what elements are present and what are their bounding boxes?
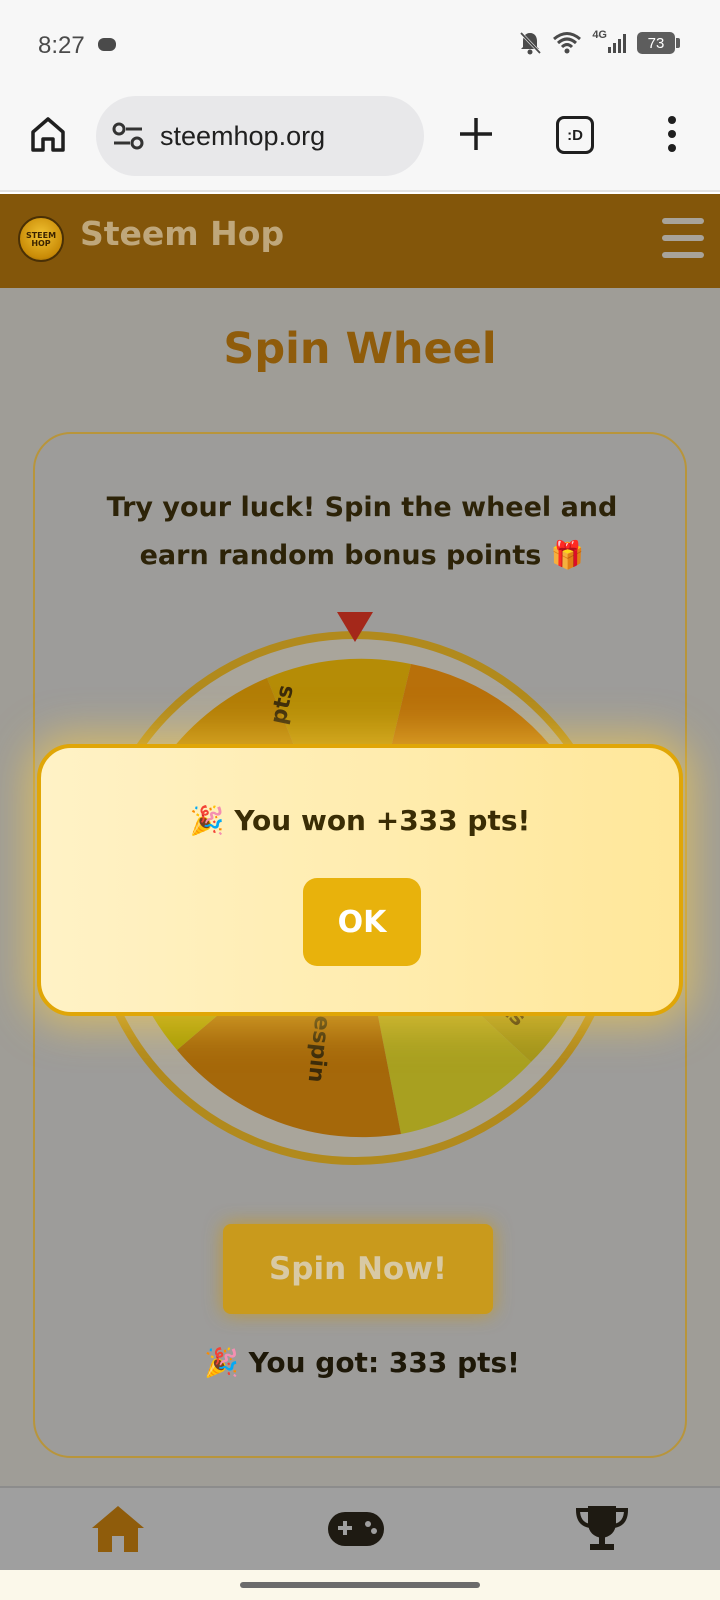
site-logo[interactable]: STEEM HOP (18, 216, 64, 262)
site-header: STEEM HOP Steem Hop (0, 194, 720, 288)
gesture-handle[interactable] (240, 1582, 480, 1588)
logo-text: STEEM HOP (25, 231, 57, 248)
spin-result-text: 🎉 You got: 333 pts! (204, 1346, 520, 1379)
address-bar[interactable]: steemhop.org (96, 96, 424, 176)
status-icons: 4G 73 (518, 29, 680, 56)
browser-home-icon[interactable] (28, 114, 68, 154)
wifi-icon (553, 32, 582, 54)
spin-now-button[interactable]: Spin Now! (223, 1224, 493, 1314)
browser-toolbar: steemhop.org :D (0, 92, 720, 192)
tab-switcher-button[interactable]: :D (556, 116, 594, 154)
battery-level: 73 (637, 32, 675, 54)
gesture-area (0, 1570, 720, 1600)
gamepad-icon[interactable] (324, 1502, 388, 1556)
modal-ok-button[interactable]: OK (303, 878, 421, 966)
card-intro-text: Try your luck! Spin the wheel and earn r… (106, 492, 618, 571)
win-modal: 🎉 You won +333 pts! OK (37, 744, 683, 1016)
hamburger-menu-icon[interactable] (662, 218, 704, 258)
site-settings-icon[interactable] (112, 122, 144, 150)
browser-menu-icon[interactable] (660, 112, 684, 156)
bottom-navigation (0, 1486, 720, 1570)
trophy-icon[interactable] (572, 1502, 632, 1556)
site-title[interactable]: Steem Hop (80, 214, 284, 253)
battery-icon: 73 (637, 32, 680, 54)
mute-bell-icon (520, 31, 542, 55)
signal-icon (608, 34, 626, 53)
page-title: Spin Wheel (223, 324, 497, 374)
new-tab-icon[interactable] (456, 114, 496, 154)
home-icon[interactable] (88, 1502, 148, 1556)
modal-message: 🎉 You won +333 pts! (189, 804, 531, 837)
network-type-label: 4G (592, 29, 607, 41)
url-text: steemhop.org (160, 121, 326, 151)
status-bar: 8:27 4G 73 (0, 0, 720, 92)
notification-gamepad-icon (98, 38, 116, 51)
status-time: 8:27 (38, 32, 85, 59)
